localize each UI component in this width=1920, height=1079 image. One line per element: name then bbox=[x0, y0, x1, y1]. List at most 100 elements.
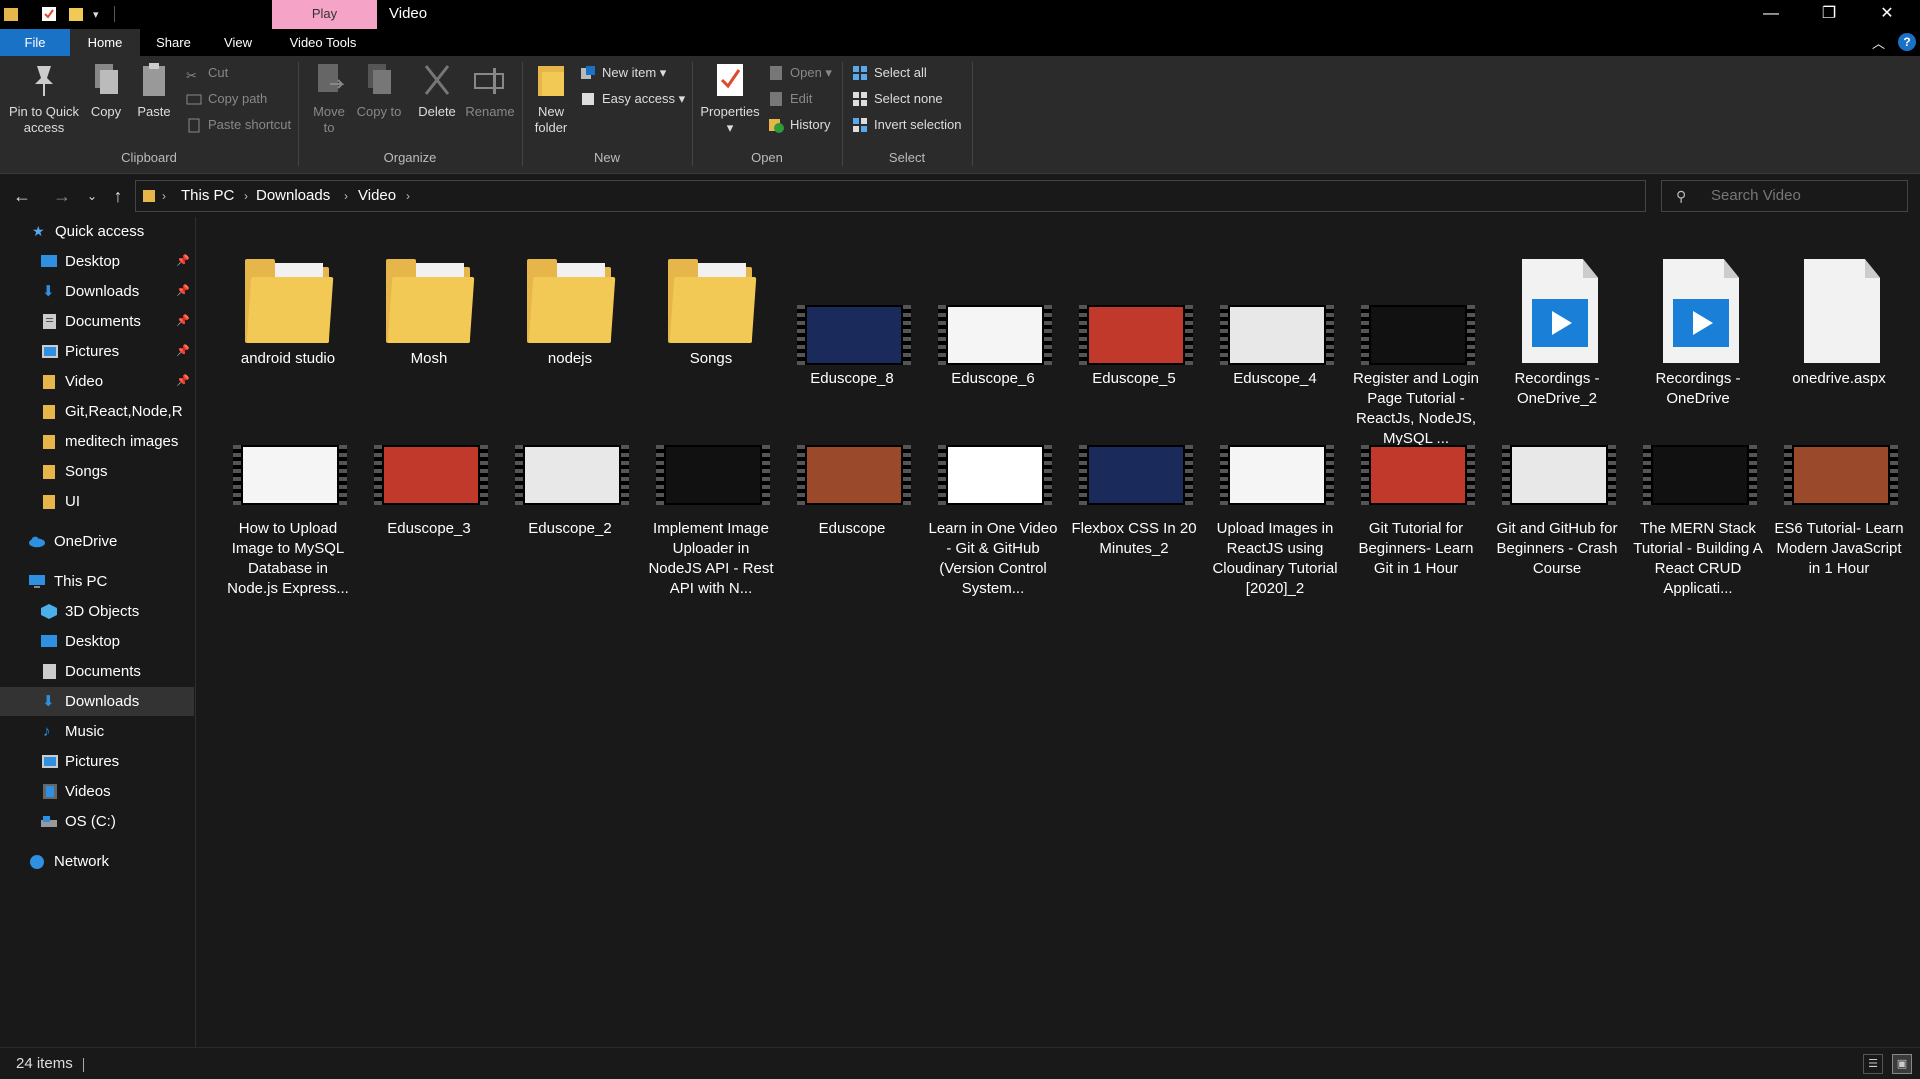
move-to-button[interactable]: Move to bbox=[306, 60, 352, 136]
pin-icon[interactable]: 📌 bbox=[176, 247, 190, 276]
new-folder-icon[interactable] bbox=[68, 5, 84, 23]
file-explorer-window: ▾ Play Video — ❐ ✕ File Home Share View … bbox=[0, 0, 1920, 1079]
tab-video-tools[interactable]: Video Tools bbox=[269, 29, 377, 56]
folder-icon bbox=[386, 259, 475, 343]
paste-button[interactable]: Paste bbox=[134, 60, 174, 120]
doc-thumbnail bbox=[1633, 235, 1763, 363]
sidebar-item-label: Documents bbox=[65, 663, 141, 680]
tab-file[interactable]: File bbox=[0, 29, 70, 56]
back-arrow-icon[interactable]: ← bbox=[10, 185, 34, 207]
rename-button[interactable]: Rename bbox=[464, 60, 516, 120]
delete-button[interactable]: Delete bbox=[412, 60, 462, 120]
ribbon: Pin to Quick access Copy Paste ✂ Cut Copy… bbox=[0, 56, 1920, 174]
blank-file-icon bbox=[1804, 259, 1880, 363]
minimize-button[interactable]: — bbox=[1742, 0, 1800, 29]
copy-path-button[interactable]: Copy path bbox=[186, 88, 267, 110]
search-input[interactable]: Search Video bbox=[1711, 181, 1801, 211]
sidebar-item-this-pc[interactable]: This PC bbox=[0, 567, 194, 596]
paste-shortcut-button[interactable]: Paste shortcut bbox=[186, 114, 291, 136]
breadcrumb-separator-icon[interactable]: › bbox=[244, 181, 248, 211]
sidebar-item-videos[interactable]: Videos bbox=[0, 777, 194, 806]
copy-path-icon bbox=[186, 94, 202, 105]
video-icon bbox=[1784, 445, 1898, 505]
sidebar-item-network[interactable]: Network bbox=[0, 847, 194, 876]
tab-view[interactable]: View bbox=[207, 29, 269, 56]
history-button[interactable]: History bbox=[768, 114, 830, 136]
sidebar-item-pictures[interactable]: Pictures 📌 bbox=[0, 337, 194, 366]
up-arrow-icon[interactable]: ↑ bbox=[106, 185, 130, 207]
sidebar-item-label: Pictures bbox=[65, 343, 120, 360]
new-item-button[interactable]: New item ▾ bbox=[580, 62, 666, 84]
sidebar-item-os-c[interactable]: OS (C:) bbox=[0, 807, 194, 836]
item-count: 24 items bbox=[16, 1055, 73, 1072]
item-name: Git and GitHub for Beginners - Crash Cou… bbox=[1496, 520, 1618, 577]
sidebar-item-git-react-node[interactable]: Git,React,Node,R bbox=[0, 397, 194, 426]
sidebar-item-ui[interactable]: UI bbox=[0, 487, 194, 516]
sidebar-item-pc-desktop[interactable]: Desktop bbox=[0, 627, 194, 656]
forward-arrow-icon[interactable]: → bbox=[50, 185, 74, 207]
breadcrumb-video[interactable]: Video bbox=[358, 181, 396, 211]
sidebar-item-music[interactable]: ♪ Music bbox=[0, 717, 194, 746]
breadcrumb-separator-icon[interactable]: › bbox=[344, 181, 348, 211]
sidebar-item-quick-access[interactable]: ★ Quick access bbox=[0, 217, 194, 246]
copy-button[interactable]: Copy bbox=[86, 60, 126, 120]
video-shortcut-icon bbox=[1663, 259, 1739, 363]
sidebar-item-pc-downloads[interactable]: ⬇ Downloads bbox=[0, 687, 194, 716]
copy-to-button[interactable]: Copy to bbox=[356, 60, 402, 120]
sidebar-item-desktop[interactable]: Desktop 📌 bbox=[0, 247, 194, 276]
help-icon[interactable]: ? bbox=[1898, 33, 1916, 51]
sidebar-item-documents[interactable]: Documents 📌 bbox=[0, 307, 194, 336]
sidebar-item-label: Desktop bbox=[65, 253, 121, 270]
properties-icon[interactable] bbox=[41, 5, 57, 23]
sidebar-item-video[interactable]: Video 📌 bbox=[0, 367, 194, 396]
edit-button[interactable]: Edit bbox=[768, 88, 812, 110]
pin-icon[interactable]: 📌 bbox=[176, 307, 190, 336]
open-button[interactable]: Open ▾ bbox=[768, 62, 832, 84]
sidebar-item-meditech-images[interactable]: meditech images bbox=[0, 427, 194, 456]
invert-selection-button[interactable]: Invert selection bbox=[852, 114, 961, 136]
item-name: Upload Images in ReactJS using Cloudinar… bbox=[1212, 520, 1338, 597]
cut-button[interactable]: ✂ Cut bbox=[186, 62, 228, 84]
breadcrumb-this-pc[interactable]: This PC bbox=[181, 181, 234, 211]
history-label: History bbox=[790, 117, 831, 132]
pictures-icon bbox=[42, 755, 58, 768]
sidebar-item-downloads[interactable]: ⬇ Downloads 📌 bbox=[0, 277, 194, 306]
easy-access-button[interactable]: Easy access ▾ bbox=[580, 88, 685, 110]
video-icon bbox=[797, 445, 911, 505]
recent-locations-chevron-icon[interactable]: ⌄ bbox=[80, 185, 104, 207]
sidebar-item-3d-objects[interactable]: 3D Objects bbox=[0, 597, 194, 626]
search-icon: ⚲ bbox=[1676, 188, 1687, 204]
tab-share[interactable]: Share bbox=[140, 29, 207, 56]
paste-shortcut-icon bbox=[188, 118, 200, 133]
search-box[interactable]: ⚲ Search Video bbox=[1661, 180, 1908, 212]
sidebar-item-onedrive[interactable]: OneDrive bbox=[0, 527, 194, 556]
video-icon bbox=[374, 445, 488, 505]
close-button[interactable]: ✕ bbox=[1858, 0, 1916, 29]
customize-quick-access-icon[interactable]: ▾ bbox=[93, 8, 109, 26]
sidebar-item-songs[interactable]: Songs bbox=[0, 457, 194, 486]
select-none-button[interactable]: Select none bbox=[852, 88, 943, 110]
details-view-icon[interactable]: ☰ bbox=[1863, 1054, 1883, 1074]
video-icon bbox=[515, 445, 629, 505]
restore-button[interactable]: ❐ bbox=[1800, 0, 1858, 29]
address-bar[interactable]: › This PC › Downloads › Video › ⌄ ↻ bbox=[135, 180, 1764, 212]
new-folder-button[interactable]: New folder bbox=[528, 60, 574, 136]
video-icon bbox=[1079, 445, 1193, 505]
collapse-ribbon-icon[interactable]: ︿ bbox=[1872, 33, 1885, 52]
pin-icon[interactable]: 📌 bbox=[176, 277, 190, 306]
breadcrumb-downloads[interactable]: Downloads bbox=[256, 181, 330, 211]
sidebar-item-pc-documents[interactable]: Documents bbox=[0, 657, 194, 686]
pin-to-quick-access-button[interactable]: Pin to Quick access bbox=[4, 60, 84, 136]
breadcrumb-separator-icon[interactable]: › bbox=[406, 181, 410, 211]
tab-home[interactable]: Home bbox=[70, 29, 140, 56]
properties-button[interactable]: Properties ▾ bbox=[698, 60, 762, 136]
large-icons-view-icon[interactable]: ▣ bbox=[1892, 1054, 1912, 1074]
move-to-label: Move to bbox=[313, 104, 345, 135]
cut-label: Cut bbox=[208, 65, 229, 80]
select-all-button[interactable]: Select all bbox=[852, 62, 927, 84]
pin-icon[interactable]: 📌 bbox=[176, 367, 190, 396]
computer-icon bbox=[29, 575, 45, 588]
sidebar-item-pc-pictures[interactable]: Pictures bbox=[0, 747, 194, 776]
pin-icon[interactable]: 📌 bbox=[176, 337, 190, 366]
play-tab[interactable]: Play bbox=[272, 0, 377, 29]
